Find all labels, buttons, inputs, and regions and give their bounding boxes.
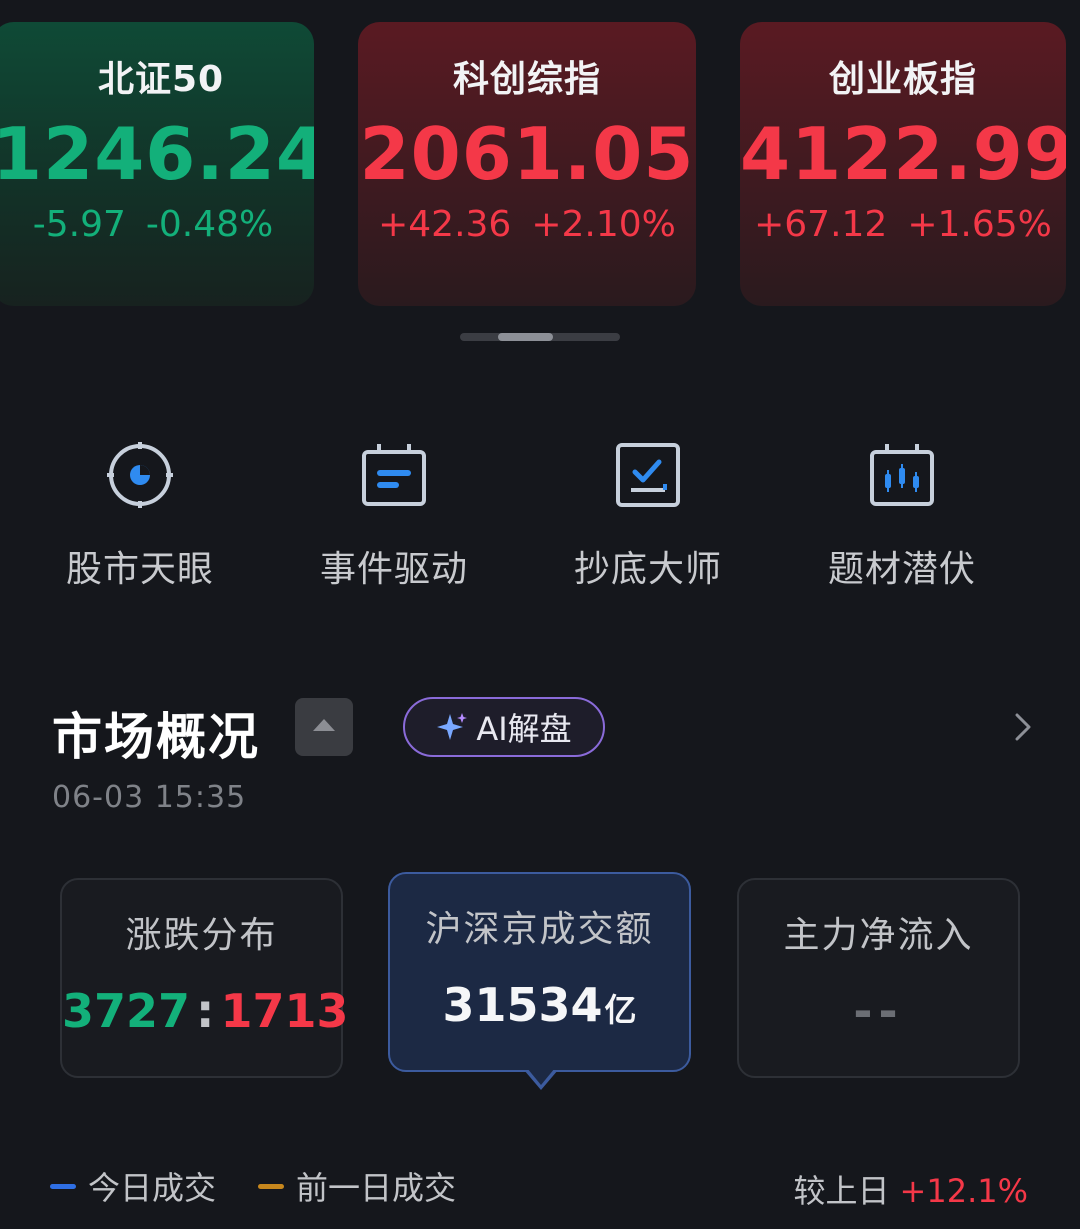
candlestick-icon: [870, 444, 934, 506]
index-change-pct: +1.65%: [907, 204, 1052, 245]
legend-swatch-today: [50, 1183, 76, 1189]
tool-label: 事件驱动: [319, 549, 468, 590]
tool-shijian-qudong[interactable]: 事件驱动: [294, 440, 494, 592]
chart-check-icon: [616, 443, 680, 507]
index-name: 北证50: [97, 59, 225, 100]
section-title: 市场概况: [52, 708, 260, 766]
legend-today: 今日成交: [50, 1166, 217, 1207]
advance-count: 3727: [62, 984, 191, 1038]
ai-analysis-button[interactable]: AI解盘: [403, 697, 605, 757]
index-change: +42.36: [378, 204, 512, 245]
timestamp: 06-03 15:35: [52, 780, 247, 815]
ai-analysis-label: AI解盘: [476, 710, 572, 748]
compare-previous-day: 较上日 +12.1%: [794, 1166, 1028, 1212]
compare-label: 较上日: [793, 1172, 890, 1210]
collapse-button[interactable]: [295, 698, 353, 756]
turnover-card[interactable]: 沪深京成交额 31534亿: [388, 872, 691, 1072]
legend-label: 前一日成交: [296, 1169, 457, 1207]
index-value: 4122.99: [740, 112, 1066, 196]
calendar-event-icon: [362, 444, 426, 506]
pager-thumb: [498, 333, 553, 341]
card-title: 主力净流入: [783, 915, 974, 956]
market-page: 北证50 1246.24 -5.97 -0.48% 科创综指 2061.05 +4…: [0, 0, 1080, 1229]
index-value: 2061.05: [359, 112, 695, 196]
selected-card-pointer-fill: [527, 1068, 555, 1085]
compare-value: +12.1%: [899, 1172, 1028, 1210]
turnover-value-row: 31534亿: [390, 978, 689, 1032]
sparkle-icon: [437, 713, 468, 740]
tool-label: 股市天眼: [65, 549, 214, 590]
radar-icon: [107, 442, 173, 508]
index-change-row: +42.36 +2.10%: [358, 204, 696, 245]
index-change-pct: -0.48%: [145, 204, 274, 245]
index-card-cybz[interactable]: 创业板指 4122.99 +67.12 +1.65%: [740, 22, 1066, 306]
index-name: 科创综指: [452, 59, 601, 100]
index-change-pct: +2.10%: [531, 204, 676, 245]
legend-label: 今日成交: [88, 1169, 217, 1207]
index-card-kczz[interactable]: 科创综指 2061.05 +42.36 +2.10%: [358, 22, 696, 306]
decline-count: 1713: [220, 984, 349, 1038]
legend-yesterday: 前一日成交: [258, 1166, 457, 1207]
index-change: +67.12: [754, 204, 888, 245]
tool-chaodi-dashi[interactable]: 抄底大师: [548, 440, 748, 592]
advance-decline-card[interactable]: 涨跌分布 3727:1713: [60, 878, 348, 1078]
index-change-row: +67.12 +1.65%: [740, 204, 1066, 245]
carousel-pager[interactable]: [460, 333, 620, 341]
card-title: 沪深京成交额: [425, 909, 654, 950]
net-inflow-value: --: [853, 984, 904, 1038]
advance-decline-value: 3727:1713: [62, 984, 348, 1038]
index-change: -5.97: [32, 204, 126, 245]
turnover-unit: 亿: [604, 991, 637, 1029]
net-inflow-card[interactable]: 主力净流入 --: [737, 878, 1020, 1078]
tool-label: 题材潜伏: [827, 549, 976, 590]
legend-swatch-yesterday: [258, 1183, 284, 1189]
card-title: 涨跌分布: [125, 915, 278, 956]
tool-gushi-tianyan[interactable]: 股市天眼: [40, 440, 240, 592]
ratio-separator: :: [196, 984, 215, 1038]
index-change-row: -5.97 -0.48%: [0, 204, 314, 245]
index-value: 1246.24: [0, 112, 314, 196]
tool-ticai-qianfu[interactable]: 题材潜伏: [802, 440, 1002, 592]
turnover-value: 31534: [442, 978, 603, 1032]
index-card-bz50[interactable]: 北证50 1246.24 -5.97 -0.48%: [0, 22, 314, 306]
tool-label: 抄底大师: [573, 549, 722, 590]
chevron-right-icon[interactable]: [1008, 712, 1038, 742]
index-name: 创业板指: [828, 59, 977, 100]
